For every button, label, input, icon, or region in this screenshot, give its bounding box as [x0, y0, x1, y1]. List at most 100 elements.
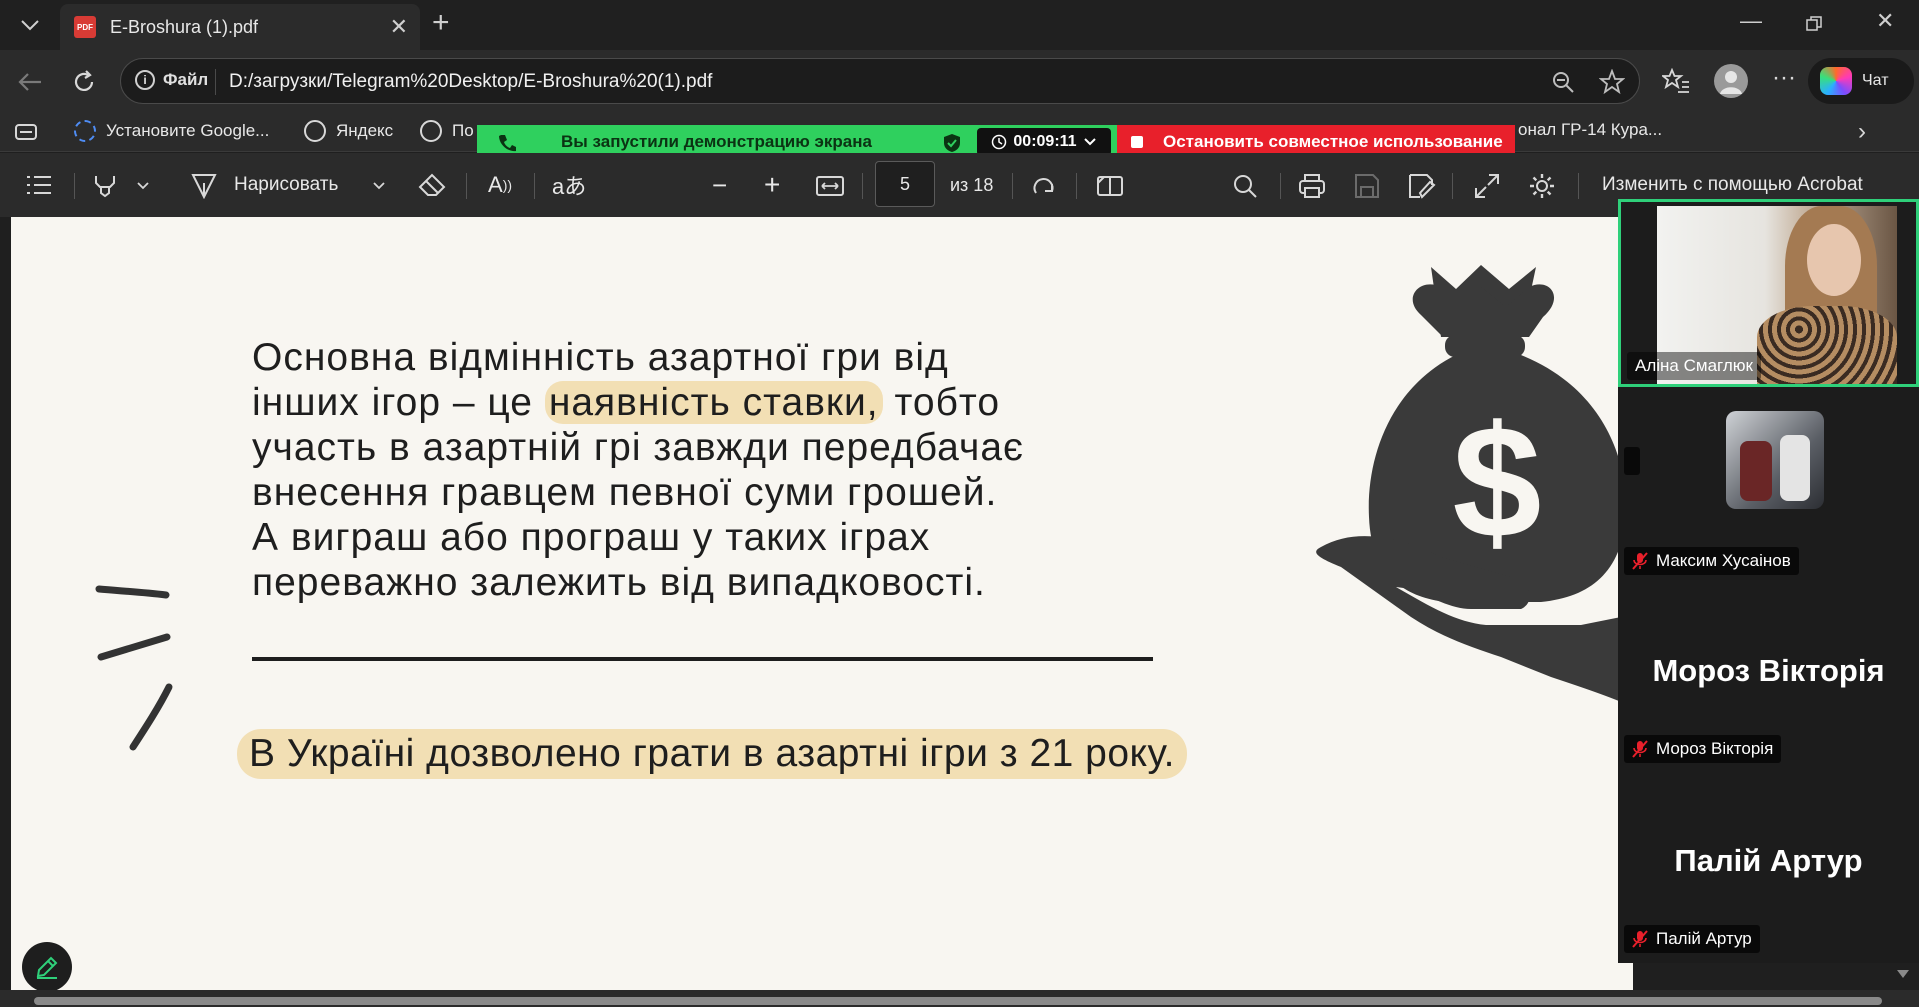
bookmark-label: По	[452, 121, 474, 140]
copilot-button[interactable]: Чат	[1808, 58, 1914, 104]
paragraph-text: тобто	[882, 381, 1001, 424]
main-paragraph: Основна відмінність азартної гри від інш…	[252, 335, 1152, 605]
toolbar-divider	[1076, 173, 1077, 199]
phone-icon	[499, 135, 516, 152]
pencil-icon	[36, 956, 58, 979]
navigation-bar: i Файл D:/загрузки/Telegram%20Desktop/E-…	[0, 50, 1919, 112]
toolbar-divider	[466, 173, 467, 199]
participant-name-tag: Палій Артур	[1624, 925, 1760, 953]
mic-off-icon	[1632, 740, 1648, 758]
bookmark-yandex[interactable]: Яндекс	[304, 120, 393, 142]
eraser-icon[interactable]	[418, 173, 446, 199]
age-note: В Україні дозволено грати в азартні ігри…	[237, 729, 1187, 779]
site-info-button[interactable]: i Файл	[135, 70, 208, 90]
page-view-icon[interactable]	[1096, 175, 1124, 197]
zoom-out-icon[interactable]	[1551, 70, 1575, 94]
site-info-label: Файл	[163, 70, 209, 89]
bookmark-item[interactable]: онал ГР-14 Кура...	[1518, 120, 1662, 140]
pdf-file-icon: PDF	[74, 16, 96, 38]
annotate-button[interactable]	[22, 942, 72, 992]
address-divider	[215, 69, 216, 95]
bookmark-google[interactable]: Установите Google...	[74, 120, 269, 142]
tab-pdf[interactable]: PDF E-Broshura (1).pdf ✕	[60, 4, 420, 50]
contents-list-icon[interactable]	[26, 175, 52, 195]
dollar-sign: $	[1453, 392, 1542, 571]
close-window-button[interactable]: ✕	[1876, 8, 1894, 34]
profile-avatar[interactable]	[1714, 64, 1748, 98]
horizontal-scrollbar[interactable]	[0, 990, 1919, 1007]
address-bar[interactable]: i Файл D:/загрузки/Telegram%20Desktop/E-…	[120, 58, 1640, 104]
paragraph-line: внесення гравцем певної суми грошей.	[252, 471, 998, 514]
highlighted-phrase: наявність ставки,	[544, 381, 883, 424]
settings-more-button[interactable]: ···	[1772, 64, 1796, 92]
zoom-out-button[interactable]: −	[712, 169, 727, 201]
draw-pen-icon	[191, 174, 217, 199]
participant-display-name: Палій Артур	[1674, 843, 1863, 878]
participant-name-tag: Максим Хусаінов	[1624, 547, 1799, 575]
bookmark-label: онал ГР-14 Кура...	[1518, 120, 1663, 139]
edit-with-acrobat-button[interactable]: Изменить с помощью Acrobat	[1602, 169, 1863, 201]
toolbar-divider	[1452, 173, 1453, 199]
save-as-icon[interactable]	[1408, 173, 1436, 199]
highlighter-icon[interactable]	[92, 173, 118, 199]
stop-icon	[1131, 136, 1143, 148]
chevron-right-icon[interactable]: ›	[1858, 118, 1866, 146]
print-icon[interactable]	[1298, 173, 1326, 199]
paragraph-line: участь в азартній грі завжди передбачає	[252, 426, 1024, 469]
reload-button[interactable]	[64, 62, 104, 102]
page-total: из 18	[950, 174, 994, 195]
restore-button[interactable]	[1806, 12, 1822, 38]
save-icon[interactable]	[1354, 173, 1380, 199]
back-button[interactable]	[10, 62, 50, 102]
mic-off-icon	[1632, 930, 1648, 948]
globe-icon	[304, 120, 326, 142]
bookmark-item[interactable]: По	[420, 120, 474, 142]
read-aloud-icon[interactable]: A))	[488, 169, 512, 201]
close-tab-icon[interactable]: ✕	[390, 14, 408, 40]
favorite-star-icon[interactable]	[1599, 69, 1625, 95]
accent-strokes-decoration	[95, 585, 173, 751]
money-bag-illustration: $	[1316, 265, 1633, 707]
gear-icon[interactable]	[1528, 172, 1556, 200]
page-number-input[interactable]: 5	[875, 161, 935, 207]
fit-to-width-icon[interactable]	[816, 175, 844, 197]
chevron-down-icon[interactable]	[136, 181, 150, 191]
participant-name: Палій Артур	[1656, 929, 1752, 948]
rotate-icon[interactable]	[1030, 173, 1058, 201]
scrollbar-thumb[interactable]	[34, 997, 1882, 1005]
toolbar-divider	[1012, 173, 1013, 199]
browser-window: PDF E-Broshura (1).pdf ✕ + — ✕ i Файл D:…	[0, 0, 1919, 1007]
tab-title: E-Broshura (1).pdf	[110, 16, 259, 37]
tab-list-button[interactable]	[8, 8, 52, 42]
user-icon	[1720, 71, 1742, 94]
new-tab-button[interactable]: +	[432, 8, 450, 38]
paragraph-line: переважно залежить від випадковості.	[252, 561, 986, 604]
copilot-icon	[1820, 67, 1852, 95]
toolbar-divider	[1280, 173, 1281, 199]
draw-button[interactable]: Нарисовать	[190, 169, 338, 201]
paragraph-text: інших ігор – це	[252, 381, 545, 424]
bookmark-label: Яндекс	[336, 121, 394, 140]
address-url[interactable]: D:/загрузки/Telegram%20Desktop/E-Broshur…	[229, 71, 712, 93]
toolbar-divider	[862, 173, 863, 199]
chevron-down-icon[interactable]	[372, 181, 386, 191]
participant-name: Мороз Вікторія	[1656, 739, 1774, 758]
reload-icon	[74, 70, 94, 91]
tab-actions-icon[interactable]	[14, 122, 40, 142]
favorites-icon[interactable]	[1662, 68, 1690, 94]
scroll-down-icon[interactable]	[1896, 968, 1910, 980]
zoom-in-button[interactable]: +	[764, 169, 780, 201]
globe-icon	[420, 120, 442, 142]
search-icon[interactable]	[1232, 173, 1258, 199]
participants-overlay: Максим Хусаінов Мороз Вікторія Мороз Вік…	[1618, 199, 1919, 963]
toolbar-divider	[534, 173, 535, 199]
minimize-button[interactable]: —	[1740, 8, 1762, 34]
translate-icon[interactable]: aあ	[552, 169, 586, 201]
restore-icon	[1806, 16, 1822, 31]
fullscreen-icon[interactable]	[1474, 173, 1500, 199]
shield-check-icon	[944, 134, 960, 152]
mic-off-icon	[1632, 552, 1648, 570]
toolbar-divider	[74, 173, 75, 199]
participant-name-tag: Мороз Вікторія	[1624, 735, 1782, 763]
share-timer[interactable]: 00:09:11	[977, 128, 1111, 156]
